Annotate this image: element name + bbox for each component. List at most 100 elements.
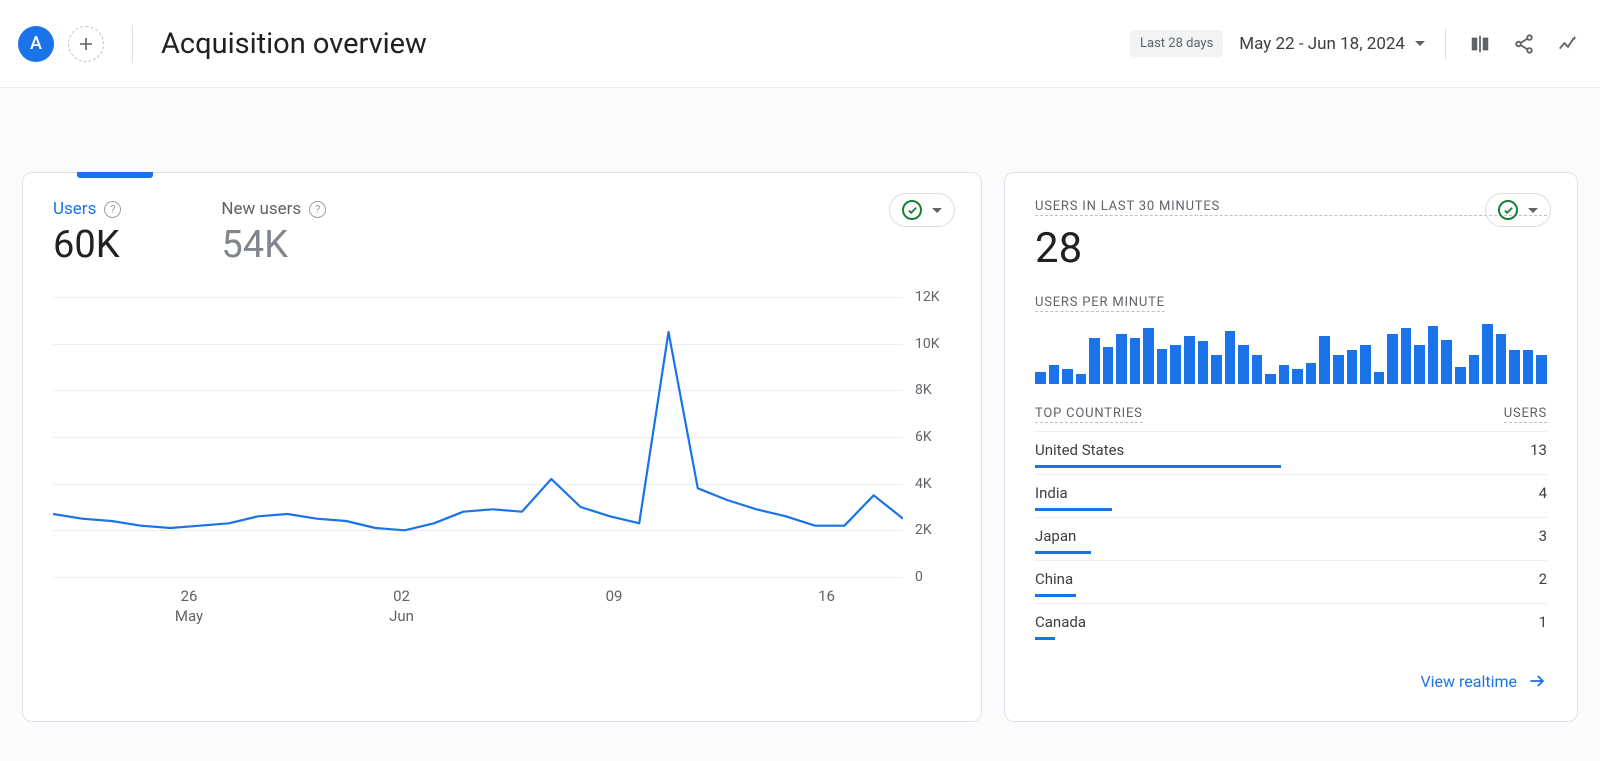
country-users: 1 (1539, 613, 1547, 631)
view-realtime-link[interactable]: View realtime (1420, 657, 1547, 691)
per-minute-bar (1523, 350, 1534, 384)
per-minute-bar (1143, 328, 1154, 384)
per-minute-bar (1198, 341, 1209, 384)
per-minute-bar (1157, 349, 1168, 384)
country-row: Canada 1 (1035, 603, 1547, 646)
per-minute-bar (1387, 334, 1398, 384)
per-minute-bar (1252, 355, 1263, 384)
metric-new-users[interactable]: New users ? 54K (221, 199, 326, 267)
per-minute-bar (1076, 374, 1087, 384)
page-header: A Acquisition overview Last 28 days May … (0, 0, 1600, 88)
realtime-card: USERS IN LAST 30 MINUTES 28 USERS PER MI… (1004, 172, 1578, 722)
add-button[interactable] (68, 26, 104, 62)
chevron-down-icon (932, 208, 942, 213)
country-name: Canada (1035, 613, 1086, 631)
active-tab-indicator (77, 172, 153, 178)
y-axis-label: 0 (915, 569, 923, 585)
country-name: India (1035, 484, 1068, 502)
chevron-down-icon (1528, 208, 1538, 213)
card-status-menu[interactable] (889, 193, 955, 227)
insights-sparkle-icon (1557, 33, 1579, 55)
per-minute-bar (1265, 374, 1276, 384)
date-range-text: May 22 - Jun 18, 2024 (1239, 34, 1405, 54)
page-title: Acquisition overview (161, 27, 427, 61)
date-range-picker[interactable]: May 22 - Jun 18, 2024 (1239, 34, 1425, 54)
per-minute-bar (1170, 345, 1181, 384)
help-icon[interactable]: ? (104, 201, 121, 218)
country-name: Japan (1035, 527, 1076, 545)
per-minute-bar (1306, 363, 1317, 384)
y-axis-label: 2K (915, 522, 932, 538)
share-icon (1513, 33, 1535, 55)
per-minute-bar (1482, 324, 1493, 384)
per-minute-bar (1509, 350, 1520, 384)
per-minute-label: USERS PER MINUTE (1035, 295, 1165, 312)
per-minute-bar (1062, 369, 1073, 384)
per-minute-bar (1184, 336, 1195, 384)
country-bar (1035, 637, 1055, 640)
country-bar (1035, 465, 1281, 468)
per-minute-bar (1360, 345, 1371, 384)
x-axis-label: 26May (175, 587, 203, 626)
help-icon[interactable]: ? (309, 201, 326, 218)
divider (132, 25, 133, 63)
country-users: 3 (1539, 527, 1547, 545)
metric-users[interactable]: Users ? 60K (53, 199, 121, 267)
country-users: 13 (1530, 441, 1547, 459)
compare-button[interactable] (1466, 30, 1494, 58)
per-minute-bar (1319, 336, 1330, 384)
country-bar (1035, 551, 1091, 554)
metric-users-label: Users (53, 199, 96, 219)
compare-icon (1469, 33, 1491, 55)
per-minute-bar (1455, 367, 1466, 384)
metric-users-value: 60K (53, 223, 121, 267)
per-minute-bar (1116, 334, 1127, 384)
country-bar (1035, 594, 1076, 597)
per-minute-bar (1103, 347, 1114, 384)
per-minute-bar (1496, 334, 1507, 384)
country-row: India4 (1035, 474, 1547, 517)
per-minute-bar (1238, 345, 1249, 384)
card-status-menu[interactable] (1485, 193, 1551, 227)
check-circle-icon (1498, 200, 1518, 220)
line-chart: 12K10K8K6K4K2K0 26May02Jun0916 (53, 297, 951, 637)
per-minute-bar (1333, 355, 1344, 384)
users-column-label: USERS (1504, 406, 1547, 423)
per-minute-bar (1347, 350, 1358, 384)
per-minute-bar (1089, 338, 1100, 384)
x-axis-label: 16 (818, 587, 835, 607)
per-minute-bar (1279, 365, 1290, 384)
per-minute-bar (1292, 369, 1303, 384)
last-30-value: 28 (1035, 224, 1547, 273)
divider (1445, 28, 1446, 60)
country-name: United States (1035, 441, 1124, 459)
insights-button[interactable] (1554, 30, 1582, 58)
country-bar (1035, 508, 1112, 511)
country-name: China (1035, 570, 1073, 588)
country-row: United States 13 (1035, 431, 1547, 474)
metric-new-users-value: 54K (221, 223, 326, 267)
y-axis-label: 8K (915, 382, 932, 398)
per-minute-bar (1469, 355, 1480, 384)
country-row: Japan 3 (1035, 517, 1547, 560)
y-axis-label: 4K (915, 476, 932, 492)
y-axis-label: 10K (915, 336, 940, 352)
chevron-down-icon (1415, 41, 1425, 46)
metric-new-users-label: New users (221, 199, 301, 219)
top-countries-label: TOP COUNTRIES (1035, 406, 1143, 423)
date-preset-pill[interactable]: Last 28 days (1130, 30, 1223, 57)
user-avatar[interactable]: A (18, 26, 54, 62)
share-button[interactable] (1510, 30, 1538, 58)
per-minute-bar (1049, 365, 1060, 384)
per-minute-bar (1401, 328, 1412, 384)
per-minute-bar (1035, 372, 1046, 384)
per-minute-bar (1130, 338, 1141, 384)
per-minute-bar (1211, 355, 1222, 384)
country-users: 2 (1539, 570, 1547, 588)
per-minute-bar (1374, 372, 1385, 384)
x-axis-label: 02Jun (389, 587, 414, 626)
check-circle-icon (902, 200, 922, 220)
per-minute-bar (1536, 355, 1547, 384)
y-axis-label: 6K (915, 429, 932, 445)
per-minute-bar (1225, 331, 1236, 384)
